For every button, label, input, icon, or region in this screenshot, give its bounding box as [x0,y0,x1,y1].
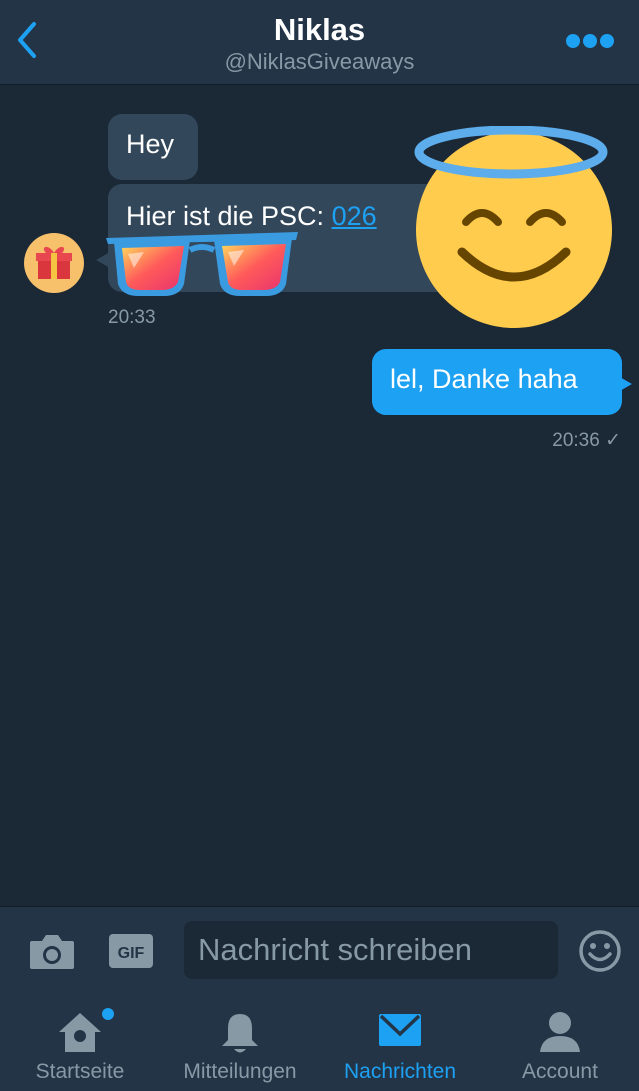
bell-icon [222,1014,258,1053]
tab-nachrichten[interactable]: Nachrichten [320,994,480,1091]
sunglasses-sticker[interactable] [104,228,300,300]
gif-icon: GIF [109,934,153,968]
bubble-tail [618,376,632,392]
conversation-handle: @NiklasGiveaways [224,49,415,74]
tab-label: Mitteilungen [183,1060,297,1083]
home-icon [59,1013,101,1052]
outgoing-message[interactable]: lel, Danke haha [372,349,622,415]
more-options-button[interactable] [565,30,615,52]
more-dots-icon [566,34,614,48]
angel-face-sticker[interactable] [412,126,616,332]
smiley-icon [579,930,621,972]
conversation-header: Niklas @NiklasGiveaways [0,0,639,85]
gif-button[interactable]: GIF [108,933,154,969]
message-text: lel, Danke haha [390,364,578,394]
tab-label: Startseite [35,1060,125,1083]
message-input[interactable] [184,921,558,979]
tab-label: Nachrichten [343,1060,457,1083]
message-link[interactable]: 026 [332,201,377,231]
avatar[interactable] [24,233,84,293]
conversation-title[interactable]: Niklas [0,12,639,48]
emoji-button[interactable] [578,929,622,973]
message-timestamp: 20:36 ✓ [552,430,621,451]
person-icon [540,1012,580,1052]
svg-text:GIF: GIF [118,945,145,962]
notification-dot [102,1008,114,1020]
tab-mitteilungen[interactable]: Mitteilungen [160,994,320,1091]
gift-icon [36,246,72,279]
message-text: Hier ist die PSC: [126,201,332,231]
incoming-message[interactable]: Hey [108,114,198,180]
tab-account[interactable]: Account [480,994,639,1091]
tab-bar: Startseite Mitteilungen Nachrichten Acco… [0,994,639,1091]
camera-button[interactable] [28,931,76,971]
camera-icon [30,935,74,969]
message-composer: GIF [0,906,639,995]
message-timestamp: 20:33 [108,307,156,328]
tab-startseite[interactable]: Startseite [0,994,160,1091]
message-text: Hey [126,129,175,159]
envelope-icon [379,1014,421,1046]
tab-label: Account [522,1060,598,1083]
